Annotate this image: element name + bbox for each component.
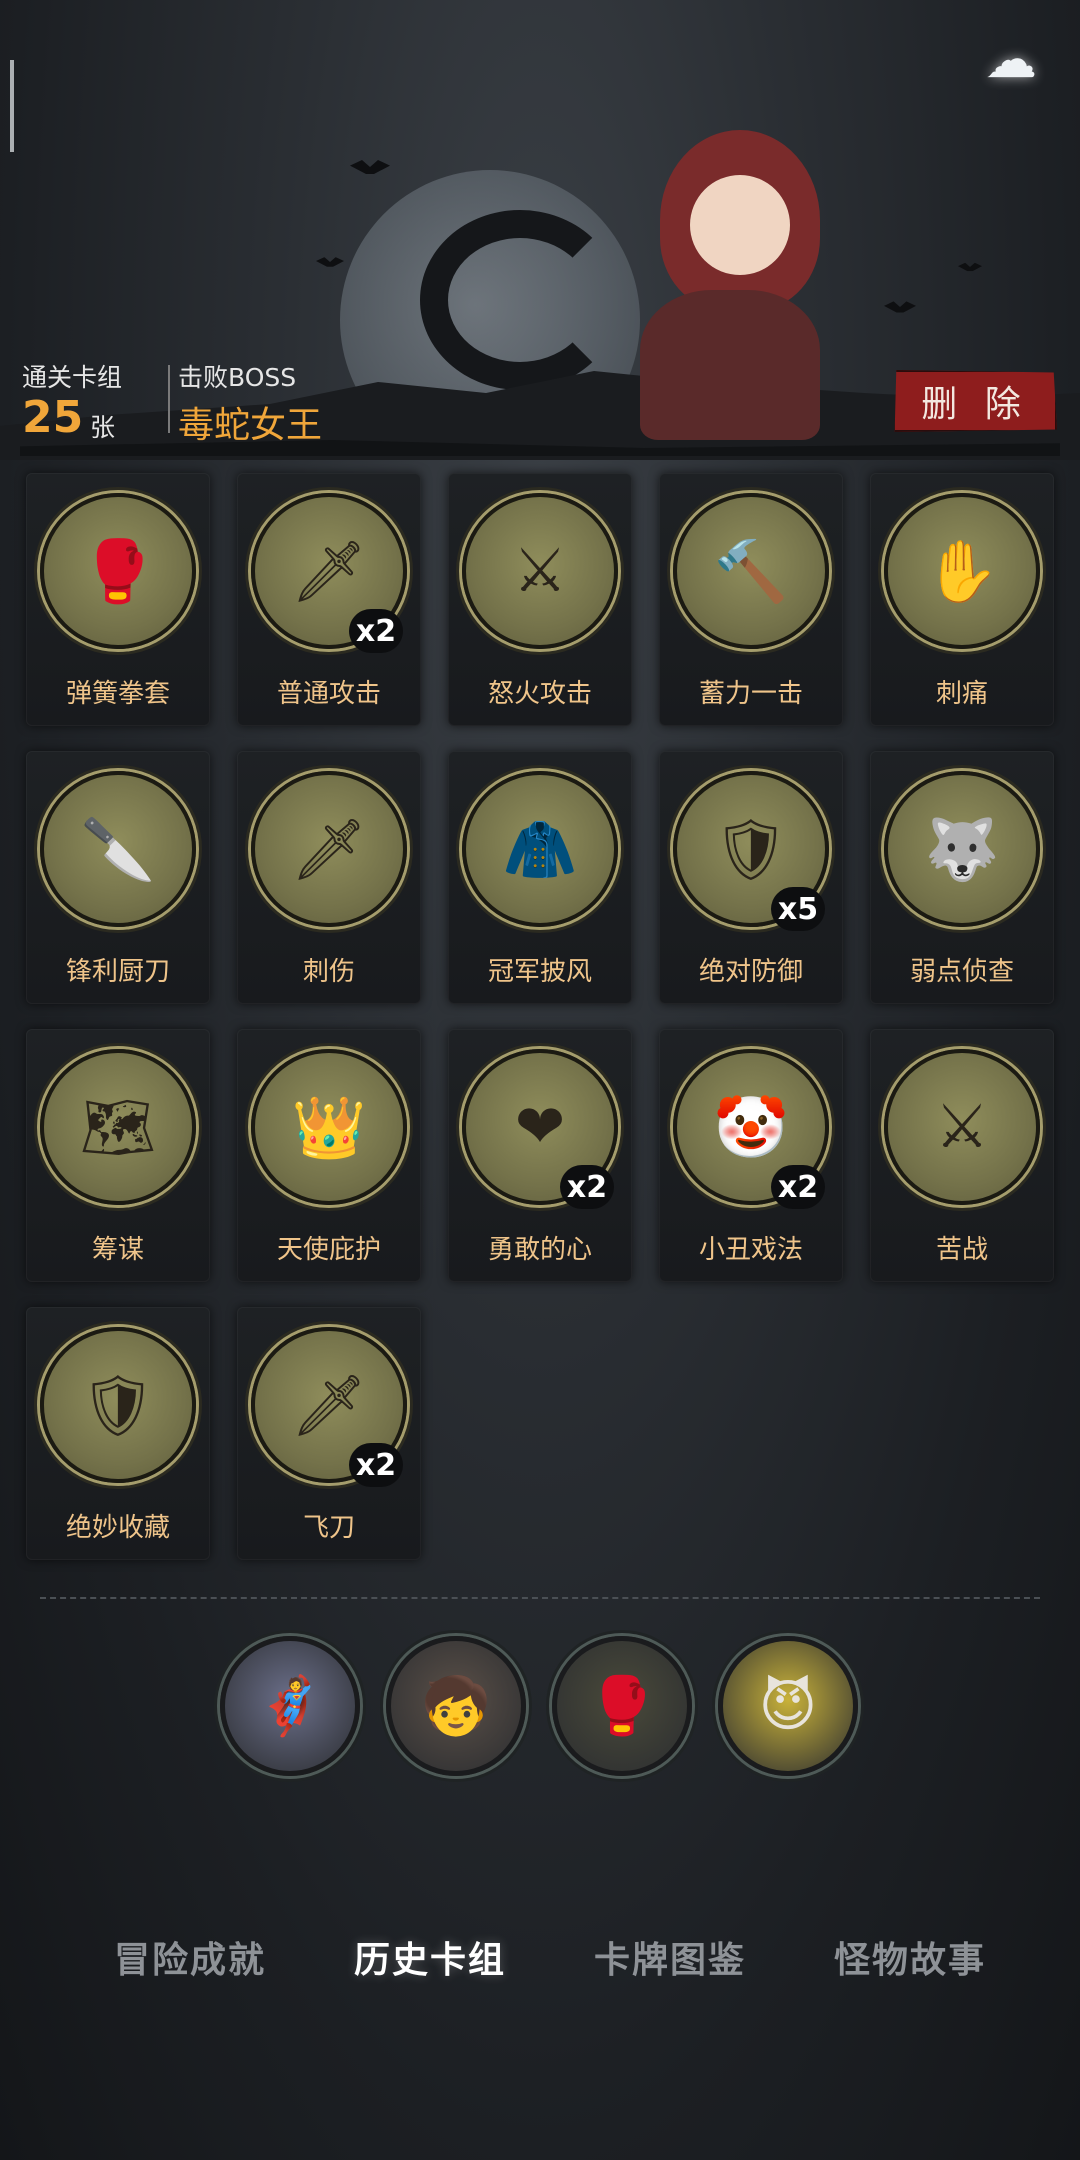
- card-count-badge: x2: [349, 1443, 403, 1487]
- girl-window-relic-icon[interactable]: 🧒: [386, 1636, 526, 1776]
- card-name: 刺伤: [302, 957, 355, 987]
- deck-card-grid: 🥊 弹簧拳套 🗡 x2 普通攻击 ⚔ 怒火攻击 🔨 蓄力一击 ✋ 刺痛 🔪 锋利厨刀 🗡 刺伤 🧥 冠军披风 🛡 x…: [26, 473, 1054, 1560]
- cleared-deck-label: 通关卡组: [22, 363, 123, 392]
- tab-2[interactable]: 卡牌图鉴: [550, 1925, 790, 1989]
- card-count: 25: [22, 392, 84, 443]
- card-count-badge: x5: [771, 887, 825, 931]
- defeated-boss-label: 击败BOSS: [178, 363, 297, 392]
- deck-card[interactable]: 🧥 冠军披风: [448, 751, 632, 1004]
- red-devil-relic-icon[interactable]: 😈: [718, 1636, 858, 1776]
- hammer-icon: 🔨: [673, 493, 829, 649]
- bat-icon: [958, 262, 982, 272]
- deck-card[interactable]: 🐺 弱点侦查: [870, 751, 1054, 1004]
- deck-card[interactable]: 👑 天使庇护: [237, 1029, 421, 1282]
- deck-card[interactable]: 🗺 筹谋: [26, 1029, 210, 1282]
- bat-icon: [884, 301, 916, 313]
- card-name: 普通攻击: [276, 679, 381, 709]
- deck-card[interactable]: 🥊 弹簧拳套: [26, 473, 210, 726]
- boss-name: 毒蛇女王: [178, 405, 323, 446]
- sting-icon: ✋: [884, 493, 1040, 649]
- bat-icon: [350, 160, 390, 174]
- deck-card[interactable]: 🛡 x5 绝对防御: [659, 751, 843, 1004]
- card-name: 怒火攻击: [487, 679, 592, 709]
- card-name: 蓄力一击: [698, 679, 803, 709]
- back-button[interactable]: ☁: [975, 30, 1047, 90]
- card-count-badge: x2: [560, 1165, 614, 1209]
- map-icon: 🗺: [40, 1049, 196, 1205]
- card-name: 筹谋: [91, 1235, 144, 1265]
- tab-1[interactable]: 历史卡组: [310, 1925, 550, 1989]
- spring-glove-icon: 🥊: [40, 493, 196, 649]
- card-name: 弹簧拳套: [65, 679, 170, 709]
- deck-card[interactable]: ✋ 刺痛: [870, 473, 1054, 726]
- card-name: 苦战: [935, 1235, 988, 1265]
- card-name: 绝对防御: [698, 957, 803, 987]
- deck-card[interactable]: 🔪 锋利厨刀: [26, 751, 210, 1004]
- deck-card[interactable]: ❤ x2 勇敢的心: [448, 1029, 632, 1282]
- card-name: 绝妙收藏: [65, 1513, 170, 1543]
- card-name: 弱点侦查: [909, 957, 1014, 987]
- tab-3[interactable]: 怪物故事: [790, 1925, 1030, 1989]
- card-name: 锋利厨刀: [65, 957, 170, 987]
- swirl-illustration: [420, 210, 620, 390]
- heroine-face: [690, 175, 790, 275]
- heroine-body: [640, 290, 820, 440]
- card-unit: 张: [90, 413, 116, 442]
- card-name: 小丑戏法: [698, 1235, 803, 1265]
- deck-card[interactable]: 🛡 绝妙收藏: [26, 1307, 210, 1560]
- cleaver-icon: 🔪: [40, 771, 196, 927]
- struggle-icon: ⚔: [884, 1049, 1040, 1205]
- card-count-badge: x2: [349, 609, 403, 653]
- card-name: 天使庇护: [276, 1235, 381, 1265]
- rage-attack-icon: ⚔: [462, 493, 618, 649]
- stat-divider: [168, 365, 170, 433]
- hero-cliff-relic-icon[interactable]: 🦸: [220, 1636, 360, 1776]
- ghost-back-icon: ☁: [985, 30, 1037, 90]
- side-indicator: [10, 60, 14, 152]
- deck-card[interactable]: 🗡 x2 普通攻击: [237, 473, 421, 726]
- card-name: 勇敢的心: [487, 1235, 592, 1265]
- delete-button[interactable]: 删 除: [894, 370, 1057, 432]
- boxing-ring-relic-icon[interactable]: 🥊: [552, 1636, 692, 1776]
- bottom-tabs: 冒险成就 历史卡组 卡牌图鉴 怪物故事: [70, 1925, 1030, 1989]
- deck-card[interactable]: 🤡 x2 小丑戏法: [659, 1029, 843, 1282]
- dagger-icon: 🗡: [251, 771, 407, 927]
- collection-icon: 🛡: [40, 1327, 196, 1483]
- deck-card[interactable]: ⚔ 苦战: [870, 1029, 1054, 1282]
- deck-card[interactable]: 🗡 x2 飞刀: [237, 1307, 421, 1560]
- deck-card[interactable]: 🗡 刺伤: [237, 751, 421, 1004]
- deck-card[interactable]: 🔨 蓄力一击: [659, 473, 843, 726]
- tab-0[interactable]: 冒险成就: [70, 1925, 310, 1989]
- card-name: 飞刀: [302, 1513, 355, 1543]
- angel-wings-icon: 👑: [251, 1049, 407, 1205]
- card-name: 冠军披风: [487, 957, 592, 987]
- card-count-badge: x2: [771, 1165, 825, 1209]
- cape-icon: 🧥: [462, 771, 618, 927]
- deck-card[interactable]: ⚔ 怒火攻击: [448, 473, 632, 726]
- relic-row: 🦸 🧒 🥊 😈: [220, 1636, 858, 1776]
- bat-icon: [316, 257, 344, 267]
- dashed-divider: [40, 1597, 1040, 1599]
- wolf-icon: 🐺: [884, 771, 1040, 927]
- card-name: 刺痛: [935, 679, 988, 709]
